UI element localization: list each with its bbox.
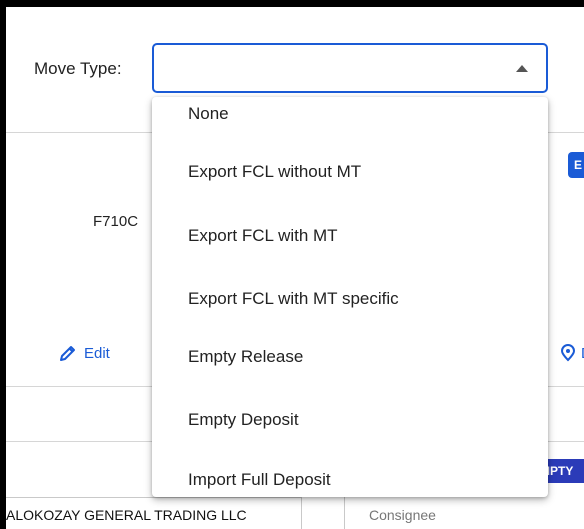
edit-button-label: Edit (84, 344, 110, 362)
page-frame: Move Type: E F710C Edit D MPTY ALOKOZAY … (6, 7, 584, 529)
move-type-label: Move Type: (34, 59, 122, 78)
consignee-label: Consignee (344, 497, 436, 529)
caret-up-icon (516, 65, 528, 72)
map-pin-icon (560, 344, 576, 362)
dropdown-option-export-fcl-with-mt[interactable]: Export FCL with MT (188, 226, 338, 246)
edit-button[interactable]: Edit (58, 343, 110, 363)
dropdown-option-export-fcl-without-mt[interactable]: Export FCL without MT (188, 162, 361, 182)
location-button[interactable]: D (559, 344, 584, 362)
booking-reference: F710C (93, 213, 139, 230)
dropdown-option-import-full-deposit[interactable]: Import Full Deposit (188, 470, 331, 490)
status-badge: E (568, 152, 584, 178)
dropdown-option-export-fcl-with-mt-specific[interactable]: Export FCL with MT specific (188, 289, 399, 309)
move-type-select[interactable] (152, 43, 548, 93)
move-type-dropdown-menu: None Export FCL without MT Export FCL wi… (152, 97, 548, 497)
dropdown-option-empty-deposit[interactable]: Empty Deposit (188, 410, 299, 430)
pencil-icon (60, 346, 75, 361)
dropdown-option-none[interactable]: None (188, 104, 229, 124)
dropdown-option-empty-release[interactable]: Empty Release (188, 347, 303, 367)
company-name: ALOKOZAY GENERAL TRADING LLC (6, 497, 302, 529)
